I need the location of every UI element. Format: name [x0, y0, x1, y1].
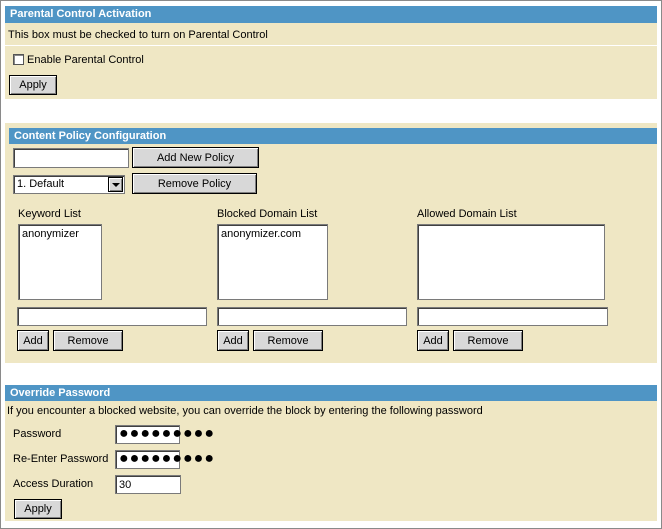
- page-frame: Parental Control Activation This box mus…: [0, 0, 662, 529]
- override-panel: If you encounter a blocked website, you …: [5, 401, 657, 521]
- keyword-input[interactable]: [17, 307, 207, 326]
- enable-parental-control-label: Enable Parental Control: [27, 54, 144, 66]
- keyword-listbox[interactable]: anonymizer: [18, 224, 102, 300]
- enable-parental-control-checkbox[interactable]: [13, 54, 24, 65]
- activation-note: This box must be checked to turn on Pare…: [8, 29, 268, 41]
- allowed-domain-list-label: Allowed Domain List: [417, 208, 517, 220]
- remove-policy-button[interactable]: Remove Policy: [132, 173, 257, 194]
- access-duration-input[interactable]: [115, 475, 181, 494]
- allowed-domain-listbox[interactable]: [417, 224, 605, 300]
- add-new-policy-button[interactable]: Add New Policy: [132, 147, 259, 168]
- activation-header: Parental Control Activation: [5, 6, 657, 23]
- policy-select[interactable]: 1. Default: [13, 175, 125, 194]
- blocked-domain-list-label: Blocked Domain List: [217, 208, 318, 220]
- blocked-domain-add-button[interactable]: Add: [217, 330, 249, 351]
- list-item[interactable]: anonymizer: [22, 228, 98, 241]
- access-duration-label: Access Duration: [13, 478, 94, 490]
- override-apply-button[interactable]: Apply: [14, 499, 62, 519]
- list-item[interactable]: anonymizer.com: [221, 228, 324, 241]
- allowed-domain-add-button[interactable]: Add: [417, 330, 449, 351]
- keyword-remove-button[interactable]: Remove: [53, 330, 123, 351]
- keyword-add-button[interactable]: Add: [17, 330, 49, 351]
- password-input[interactable]: ●●●●●●●●●: [115, 425, 214, 444]
- reenter-password-input[interactable]: ●●●●●●●●●: [115, 450, 214, 469]
- content-policy-title: Content Policy Configuration: [14, 130, 167, 142]
- new-policy-input[interactable]: [13, 148, 129, 168]
- chevron-down-icon[interactable]: [108, 177, 123, 192]
- blocked-domain-input[interactable]: [217, 307, 407, 326]
- activation-apply-button[interactable]: Apply: [9, 75, 57, 95]
- allowed-domain-remove-button[interactable]: Remove: [453, 330, 523, 351]
- override-note: If you encounter a blocked website, you …: [7, 405, 483, 417]
- activation-title: Parental Control Activation: [10, 8, 152, 20]
- activation-apply-row: Apply: [5, 70, 657, 99]
- blocked-domain-listbox[interactable]: anonymizer.com: [217, 224, 328, 300]
- password-label: Password: [13, 428, 62, 440]
- enable-row: Enable Parental Control: [5, 46, 657, 70]
- policy-select-value: 1. Default: [17, 178, 65, 190]
- reenter-password-label: Re-Enter Password: [13, 453, 109, 465]
- override-title: Override Password: [10, 387, 111, 399]
- blocked-domain-remove-button[interactable]: Remove: [253, 330, 323, 351]
- allowed-domain-input[interactable]: [417, 307, 608, 326]
- override-header: Override Password: [5, 385, 657, 401]
- content-policy-header: Content Policy Configuration: [9, 128, 657, 144]
- activation-note-row: This box must be checked to turn on Pare…: [5, 23, 657, 45]
- keyword-list-label: Keyword List: [18, 208, 81, 220]
